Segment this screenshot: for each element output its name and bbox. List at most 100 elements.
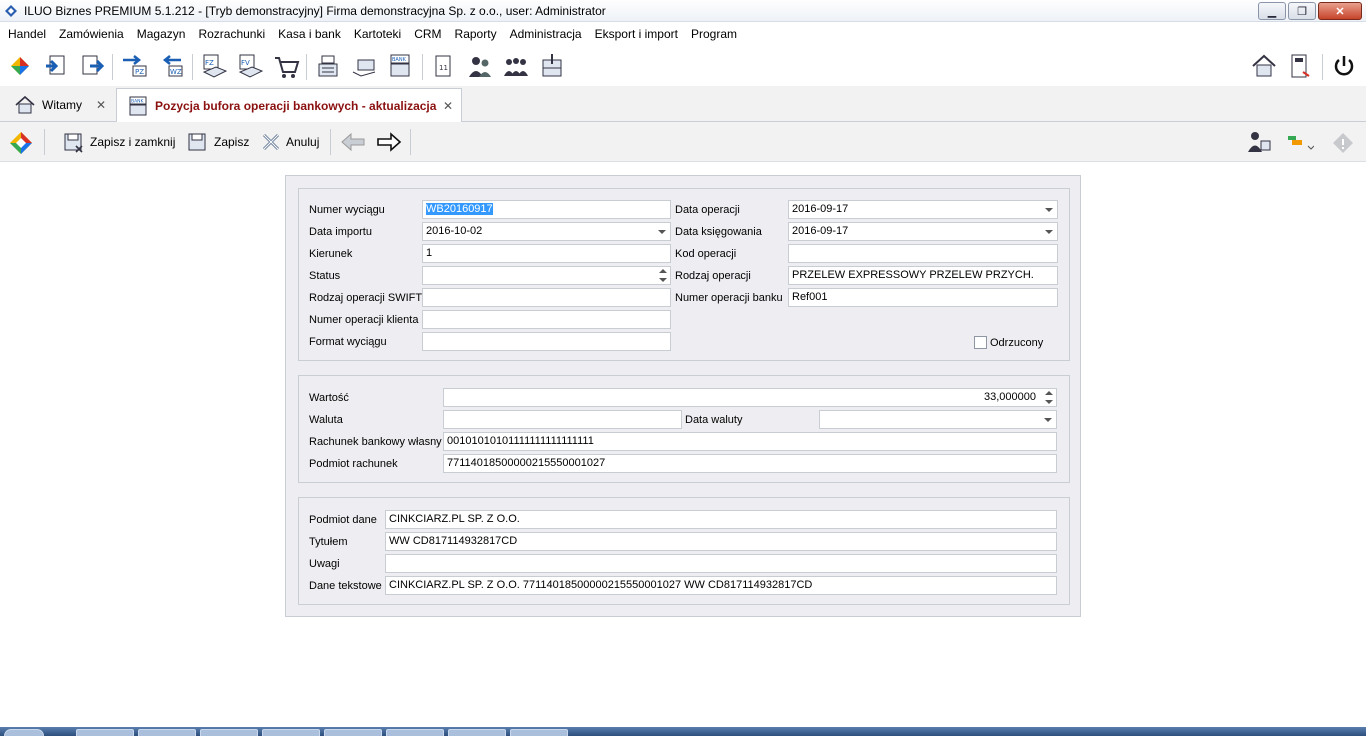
tytulem-label: Tytułem <box>309 536 348 548</box>
menu-magazyn[interactable]: Magazyn <box>137 27 186 41</box>
numer-wyciagu-input[interactable]: WB20160917 <box>422 200 671 219</box>
format-wyciagu-label: Format wyciągu <box>309 336 387 348</box>
home-icon[interactable] <box>1250 52 1278 80</box>
taskbar-item[interactable] <box>448 729 506 736</box>
tab-pozycja-bufora[interactable]: BANK Pozycja bufora operacji bankowych -… <box>116 88 462 123</box>
cash-register-icon[interactable] <box>314 52 342 80</box>
help-diamond-icon[interactable] <box>1332 132 1354 154</box>
svg-text:FV: FV <box>241 59 250 67</box>
waluta-input[interactable] <box>443 410 682 429</box>
tytulem-input[interactable]: WW CD817114932817CD <box>385 532 1057 551</box>
document-out-icon[interactable] <box>78 52 106 80</box>
form-panel: Numer wyciągu WB20160917 Data importu 20… <box>285 175 1081 617</box>
group-description: Podmiot dane CINKCIARZ.PL SP. Z O.O. Tyt… <box>298 497 1070 605</box>
arrow-back-icon[interactable] <box>340 132 366 152</box>
menu-administracja[interactable]: Administracja <box>510 27 582 41</box>
svg-text:WZ: WZ <box>170 68 182 76</box>
taskbar-item[interactable] <box>324 729 382 736</box>
uwagi-input[interactable] <box>385 554 1057 573</box>
power-icon[interactable] <box>1330 52 1358 80</box>
numer-banku-input[interactable]: Ref001 <box>788 288 1058 307</box>
shopping-cart-icon[interactable] <box>272 52 300 80</box>
pz-document-icon[interactable]: PZ <box>120 52 148 80</box>
main-toolbar: PZ WZ FZ FV BANK 11 <box>0 46 1366 86</box>
menu-kasa-i-bank[interactable]: Kasa i bank <box>278 27 341 41</box>
bank-icon[interactable]: BANK <box>386 52 414 80</box>
group-amount: Wartość 33,000000 Waluta Data waluty Rac… <box>298 375 1070 483</box>
logo-diamond-icon[interactable] <box>8 130 34 156</box>
menu-raporty[interactable]: Raporty <box>455 27 497 41</box>
menu-rozrachunki[interactable]: Rozrachunki <box>198 27 265 41</box>
minimize-button[interactable]: ▁ <box>1258 2 1286 20</box>
save-and-close-label: Zapisz i zamknij <box>90 135 176 149</box>
contractor-icon[interactable] <box>466 52 494 80</box>
status-stepper[interactable] <box>422 266 671 285</box>
tab-pozycja-bufora-close-icon[interactable]: ✕ <box>443 99 453 113</box>
data-operacji-label: Data operacji <box>675 204 740 216</box>
money-transfer-icon[interactable] <box>350 52 378 80</box>
kierunek-label: Kierunek <box>309 248 353 260</box>
arrow-forward-icon[interactable] <box>376 132 402 152</box>
fv-invoice-icon[interactable]: FV <box>236 52 264 80</box>
group-statement: Numer wyciągu WB20160917 Data importu 20… <box>298 188 1070 361</box>
save-button[interactable]: Zapisz <box>186 130 249 154</box>
cancel-button[interactable]: Anuluj <box>260 130 319 154</box>
user-lock-icon[interactable] <box>1246 130 1272 154</box>
rachunek-wlasny-label: Rachunek bankowy własny <box>309 436 442 448</box>
numer-klienta-input[interactable] <box>422 310 671 329</box>
start-button[interactable] <box>4 729 44 736</box>
color-flags-icon[interactable] <box>1284 132 1314 152</box>
menu-handel[interactable]: Handel <box>8 27 46 41</box>
logo-diamond-icon[interactable] <box>6 52 34 80</box>
uwagi-label: Uwagi <box>309 558 340 570</box>
podmiot-rachunek-input[interactable]: 77114018500000215550001027 <box>443 454 1057 473</box>
users-group-icon[interactable] <box>502 52 530 80</box>
save-close-icon <box>64 133 83 153</box>
warehouse-icon[interactable] <box>538 52 566 80</box>
rachunek-wlasny-input[interactable]: 00101010101111111111111111 <box>443 432 1057 451</box>
save-and-close-button[interactable]: Zapisz i zamknij <box>62 130 175 154</box>
menu-eksport-i-import[interactable]: Eksport i import <box>595 27 678 41</box>
wartosc-stepper[interactable]: 33,000000 <box>443 388 1057 407</box>
data-waluty-select[interactable] <box>819 410 1057 429</box>
data-operacji-select[interactable]: 2016-09-17 <box>788 200 1058 219</box>
fz-invoice-icon[interactable]: FZ <box>200 52 228 80</box>
data-importu-select[interactable]: 2016-10-02 <box>422 222 671 241</box>
menu-kartoteki[interactable]: Kartoteki <box>354 27 401 41</box>
tab-witamy[interactable]: Witamy ✕ <box>4 88 114 122</box>
odrzucony-checkbox[interactable] <box>974 336 987 349</box>
spin-arrows-icon[interactable] <box>659 268 667 283</box>
calendar-icon[interactable]: 11 <box>430 52 458 80</box>
rodzaj-operacji-label: Rodzaj operacji <box>675 270 751 282</box>
data-ksiegowania-select[interactable]: 2016-09-17 <box>788 222 1058 241</box>
spin-arrows-icon[interactable] <box>1045 390 1053 405</box>
svg-text:PZ: PZ <box>135 68 144 76</box>
document-in-icon[interactable] <box>42 52 70 80</box>
taskbar-item[interactable] <box>76 729 134 736</box>
maximize-button[interactable]: ❐ <box>1288 2 1316 20</box>
podmiot-dane-label: Podmiot dane <box>309 514 377 526</box>
rodzaj-swift-input[interactable] <box>422 288 671 307</box>
taskbar-item[interactable] <box>386 729 444 736</box>
cancel-label: Anuluj <box>286 135 320 149</box>
menu-program[interactable]: Program <box>691 27 737 41</box>
taskbar-item[interactable] <box>200 729 258 736</box>
menu-zamowienia[interactable]: Zamówienia <box>59 27 124 41</box>
taskbar-item[interactable] <box>510 729 568 736</box>
dane-tekstowe-input[interactable]: CINKCIARZ.PL SP. Z O.O. 7711401850000021… <box>385 576 1057 595</box>
format-wyciagu-input[interactable] <box>422 332 671 351</box>
podmiot-dane-input[interactable]: CINKCIARZ.PL SP. Z O.O. <box>385 510 1057 529</box>
rodzaj-operacji-input[interactable]: PRZELEW EXPRESSOWY PRZELEW PRZYCH. <box>788 266 1058 285</box>
calculator-icon[interactable] <box>1286 52 1314 80</box>
tab-witamy-close-icon[interactable]: ✕ <box>96 98 106 112</box>
numer-banku-label: Numer operacji banku <box>675 292 783 304</box>
menu-crm[interactable]: CRM <box>414 27 441 41</box>
taskbar-item[interactable] <box>138 729 196 736</box>
tab-witamy-label: Witamy <box>42 98 82 112</box>
wz-document-icon[interactable]: WZ <box>156 52 184 80</box>
kod-operacji-input[interactable] <box>788 244 1058 263</box>
taskbar-item[interactable] <box>262 729 320 736</box>
close-button[interactable]: ✕ <box>1318 2 1362 20</box>
save-label: Zapisz <box>214 135 250 149</box>
kierunek-input[interactable]: 1 <box>422 244 671 263</box>
